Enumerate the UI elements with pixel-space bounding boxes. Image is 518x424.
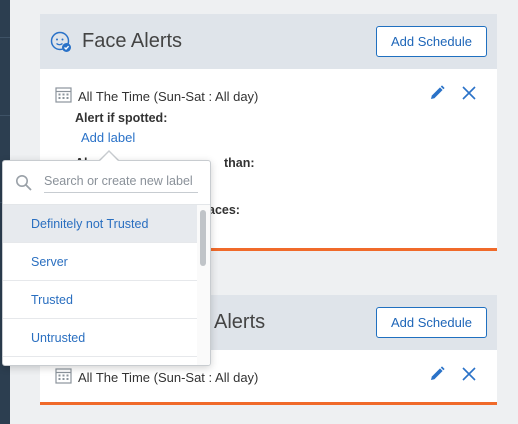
- label-option[interactable]: Definitely not Trusted: [3, 205, 199, 243]
- search-icon: [15, 174, 33, 192]
- label-search-input[interactable]: [44, 172, 198, 193]
- add-label-link[interactable]: Add label: [81, 130, 135, 145]
- schedule-actions-2: [429, 366, 477, 382]
- label-dropdown: Definitely not Trusted Server Trusted Un…: [2, 160, 211, 366]
- second-alerts-title: Alerts: [214, 311, 266, 333]
- close-icon[interactable]: [461, 85, 477, 101]
- schedule-row-2: All The Time (Sun-Sat : All day): [55, 367, 258, 387]
- label-options-list: Definitely not Trusted Server Trusted Un…: [3, 205, 199, 357]
- face-alert-icon: [50, 31, 72, 53]
- add-schedule-button-2[interactable]: Add Schedule: [376, 307, 487, 338]
- partial-label-1b: than:: [224, 156, 255, 170]
- partial-label-2: aces:: [208, 203, 240, 217]
- close-icon[interactable]: [461, 366, 477, 382]
- calendar-icon: [55, 86, 72, 106]
- schedule-actions: [429, 85, 477, 101]
- calendar-icon: [55, 367, 72, 387]
- label-option[interactable]: Trusted: [3, 281, 199, 319]
- schedule-row: All The Time (Sun-Sat : All day): [55, 86, 258, 106]
- label-option[interactable]: Server: [3, 243, 199, 281]
- add-schedule-button[interactable]: Add Schedule: [376, 26, 487, 57]
- dropdown-caret-inner: [99, 152, 119, 162]
- label-option[interactable]: Untrusted: [3, 319, 199, 357]
- label-search-row: [3, 161, 210, 205]
- schedule-text-2: All The Time (Sun-Sat : All day): [78, 369, 259, 385]
- alert-if-spotted-label: Alert if spotted:: [75, 111, 168, 125]
- scrollbar-thumb[interactable]: [200, 210, 206, 266]
- edit-pencil-icon[interactable]: [429, 85, 445, 101]
- schedule-text: All The Time (Sun-Sat : All day): [78, 88, 259, 104]
- dropdown-scrollbar[interactable]: [197, 205, 210, 365]
- face-alerts-header: Face Alerts Add Schedule: [40, 14, 497, 69]
- edit-pencil-icon[interactable]: [429, 366, 445, 382]
- face-alerts-title: Face Alerts: [82, 30, 183, 52]
